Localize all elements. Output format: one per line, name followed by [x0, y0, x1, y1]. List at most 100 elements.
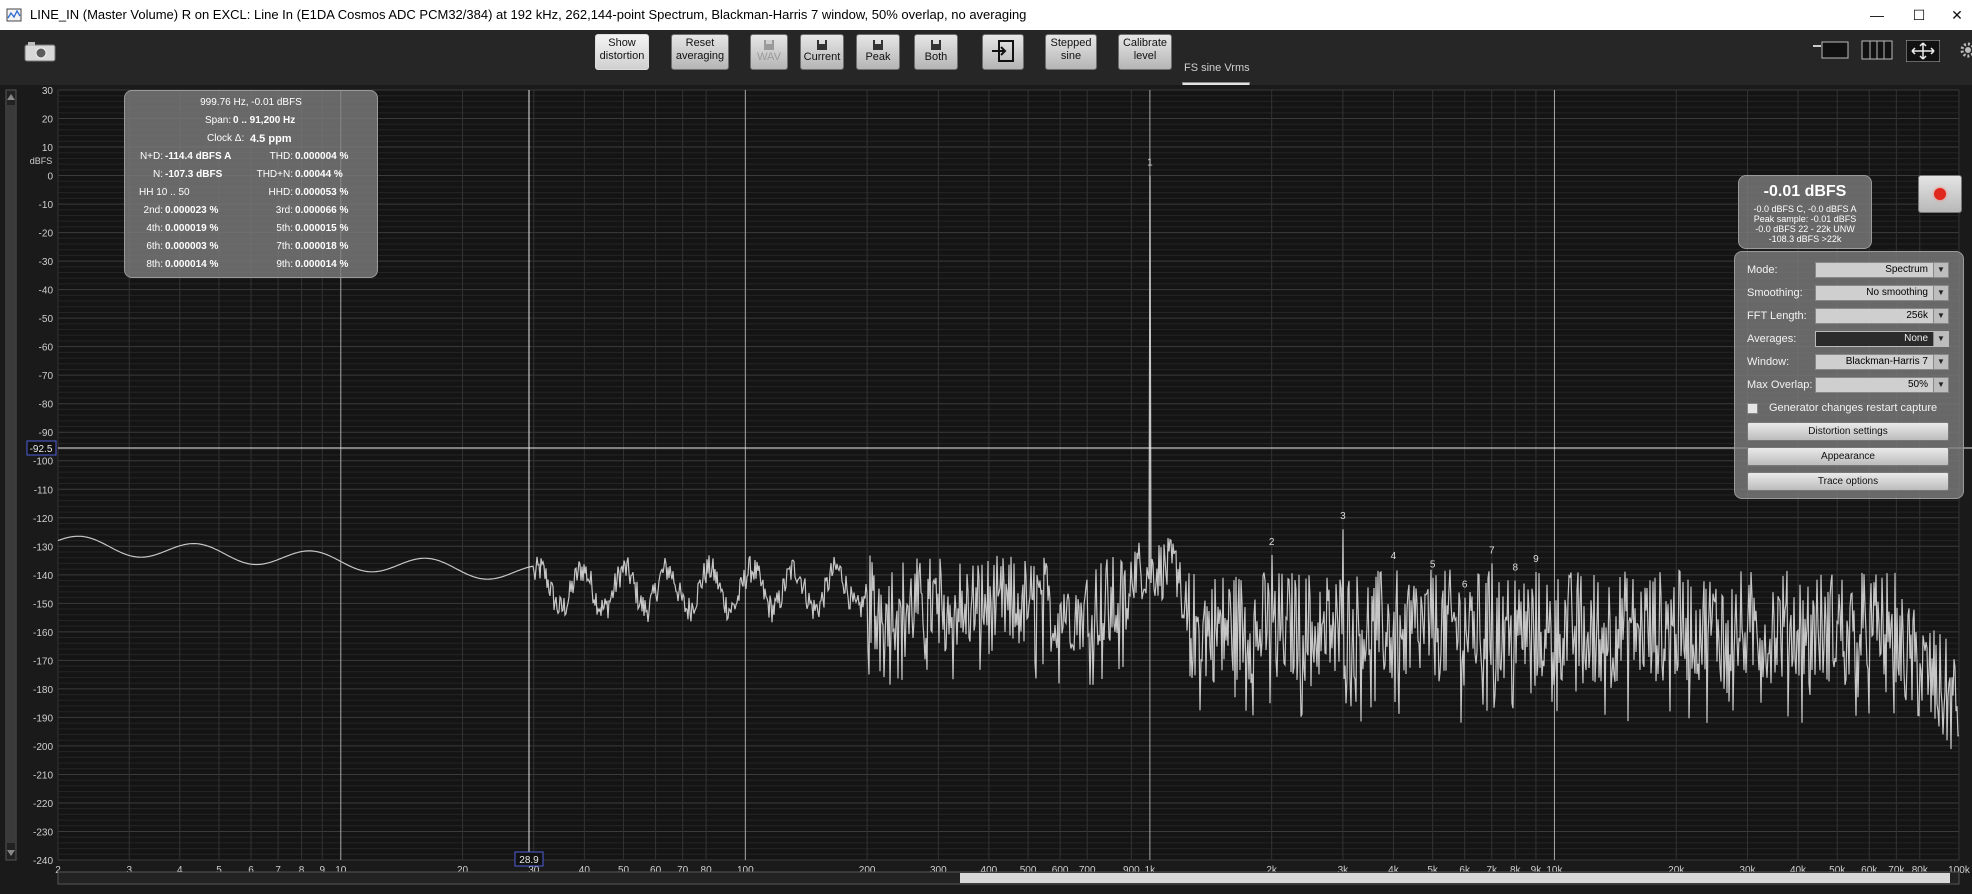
- spectrum-plot[interactable]: 30 20 10 0 -10 -20 -30 -40 -50 -60 -70 -80 -90 -100 -1…: [0, 85, 1972, 894]
- y-tick-label: -40: [39, 286, 54, 297]
- distortion-value: 0.000066 %: [295, 205, 349, 216]
- distortion-settings-button[interactable]: Distortion settings: [1747, 422, 1949, 441]
- calibrate-level-button[interactable]: Calibrate level: [1118, 34, 1172, 70]
- distortion-label: N+D:: [139, 151, 163, 162]
- distortion-label: 8th:: [146, 259, 163, 270]
- show-distortion-button[interactable]: Show distortion: [595, 34, 649, 70]
- mode-label: Mode:: [1747, 264, 1778, 276]
- y-tick-label: -190: [33, 713, 53, 724]
- chevron-down-icon: ▼: [1933, 378, 1948, 392]
- y-tick-label: -60: [39, 343, 54, 354]
- appearance-button[interactable]: Appearance: [1747, 447, 1949, 466]
- distortion-label: 3rd:: [275, 205, 293, 216]
- minimize-button[interactable]: —: [1862, 4, 1892, 26]
- harmonic-marker: 7: [1489, 545, 1495, 556]
- import-icon: [992, 40, 1014, 62]
- distortion-value: 0.000015 %: [295, 223, 349, 234]
- toolbar: Show distortion Reset averaging WAV Curr…: [0, 30, 1972, 99]
- y-tick-label: -130: [33, 542, 53, 553]
- expand-icon[interactable]: [1906, 40, 1940, 62]
- y-tick-label: -80: [39, 400, 54, 411]
- y-tick-label: -100: [33, 457, 53, 468]
- distortion-label: THD:: [269, 151, 293, 162]
- harmonic-marker: 3: [1340, 511, 1346, 522]
- span-label: Span:: [205, 115, 232, 126]
- chevron-down-icon: ▼: [1933, 332, 1948, 346]
- generator-restart-checkbox[interactable]: [1747, 403, 1758, 414]
- distortion-label: HH 10 .. 50: [139, 187, 190, 198]
- harmonic-marker: 6: [1462, 580, 1468, 591]
- harmonic-marker: 4: [1391, 551, 1397, 562]
- distortion-value: 0.000023 %: [165, 205, 219, 216]
- save-icon: [931, 40, 941, 50]
- harmonic-marker: 1: [1147, 158, 1153, 169]
- save-both-button[interactable]: Both: [914, 34, 958, 70]
- camera-icon[interactable]: [24, 40, 56, 62]
- fft-length-select[interactable]: 256k ▼: [1815, 308, 1949, 324]
- level-unweighted: -0.0 dBFS 22 - 22k UNW: [1755, 224, 1855, 234]
- y-tick-label: 0: [47, 172, 53, 183]
- y-tick-label: -180: [33, 685, 53, 696]
- max-overlap-select[interactable]: 50% ▼: [1815, 377, 1949, 393]
- maximize-button[interactable]: ☐: [1904, 4, 1934, 26]
- y-tick-label: -150: [33, 599, 53, 610]
- y-tick-label: -200: [33, 742, 53, 753]
- chevron-down-icon: ▼: [1933, 263, 1948, 277]
- app-icon: [6, 8, 22, 22]
- distortion-panel: 999.76 Hz, -0.01 dBFS Span: 0 .. 91,200 …: [124, 90, 378, 278]
- y-tick-label: -20: [39, 229, 54, 240]
- y-tick-label: -140: [33, 571, 53, 582]
- distortion-label: N:: [153, 169, 163, 180]
- harmonic-marker: 8: [1512, 563, 1518, 574]
- max-overlap-label: Max Overlap:: [1747, 379, 1813, 391]
- distortion-label: THD+N:: [256, 169, 293, 180]
- chevron-down-icon: ▼: [1933, 309, 1948, 323]
- mode-select[interactable]: Spectrum ▼: [1815, 262, 1949, 278]
- vertical-scrollbar-thumb[interactable]: [7, 105, 15, 843]
- gear-icon[interactable]: [1956, 40, 1972, 60]
- save-peak-button[interactable]: Peak: [856, 34, 900, 70]
- layout-icon[interactable]: [1861, 40, 1893, 60]
- clock-value: 4.5 ppm: [250, 133, 292, 145]
- span-value: 0 .. 91,200 Hz: [233, 115, 296, 126]
- reset-averaging-button[interactable]: Reset averaging: [671, 34, 729, 70]
- y-tick-label: -70: [39, 371, 54, 382]
- distortion-label: 2nd:: [143, 205, 163, 216]
- chevron-down-icon: ▼: [1933, 286, 1948, 300]
- y-tick-label: -210: [33, 770, 53, 781]
- clock-label: Clock Δ:: [207, 133, 245, 144]
- level-weighted: -0.0 dBFS C, -0.0 dBFS A: [1753, 204, 1857, 214]
- horizontal-scrollbar-thumb[interactable]: [960, 873, 1950, 883]
- level-main: -0.01 dBFS: [1763, 183, 1847, 200]
- record-button[interactable]: [1918, 175, 1962, 213]
- save-icon: [764, 40, 774, 50]
- import-button[interactable]: [982, 34, 1024, 70]
- layout-icon[interactable]: [1813, 40, 1849, 60]
- smoothing-select[interactable]: No smoothing ▼: [1815, 285, 1949, 301]
- distortion-value: -114.4 dBFS A: [165, 151, 232, 162]
- window-label: Window:: [1747, 356, 1790, 368]
- distortion-label: 6th:: [146, 241, 163, 252]
- controls-panel: Mode: Spectrum ▼ Smoothing: No smoothing ▼…: [1734, 251, 1964, 499]
- y-tick-label: -120: [33, 514, 53, 525]
- distortion-label: HHD:: [268, 187, 293, 198]
- save-current-button[interactable]: Current: [800, 34, 844, 70]
- y-tick-label: -160: [33, 628, 53, 639]
- y-tick-label: -170: [33, 656, 53, 667]
- y-tick-label: -110: [34, 485, 54, 496]
- averages-select[interactable]: None ▼: [1815, 331, 1949, 347]
- level-peak-sample: Peak sample: -0.01 dBFS: [1753, 214, 1857, 224]
- fundamental-readout: 999.76 Hz, -0.01 dBFS: [200, 97, 302, 108]
- window-select[interactable]: Blackman-Harris 7 ▼: [1815, 354, 1949, 370]
- distortion-label: 4th:: [146, 223, 163, 234]
- distortion-value: 0.000053 %: [295, 187, 349, 198]
- y-tick-label: -220: [33, 799, 53, 810]
- stepped-sine-button[interactable]: Stepped sine: [1045, 34, 1097, 70]
- y-tick-label: 30: [42, 86, 54, 97]
- distortion-value: 0.00044 %: [295, 169, 343, 180]
- wav-button[interactable]: WAV: [750, 34, 788, 70]
- trace-options-button[interactable]: Trace options: [1747, 472, 1949, 491]
- record-icon: [1934, 188, 1946, 200]
- fs-sine-label: FS sine Vrms: [1184, 62, 1250, 74]
- close-button[interactable]: ✕: [1942, 4, 1972, 26]
